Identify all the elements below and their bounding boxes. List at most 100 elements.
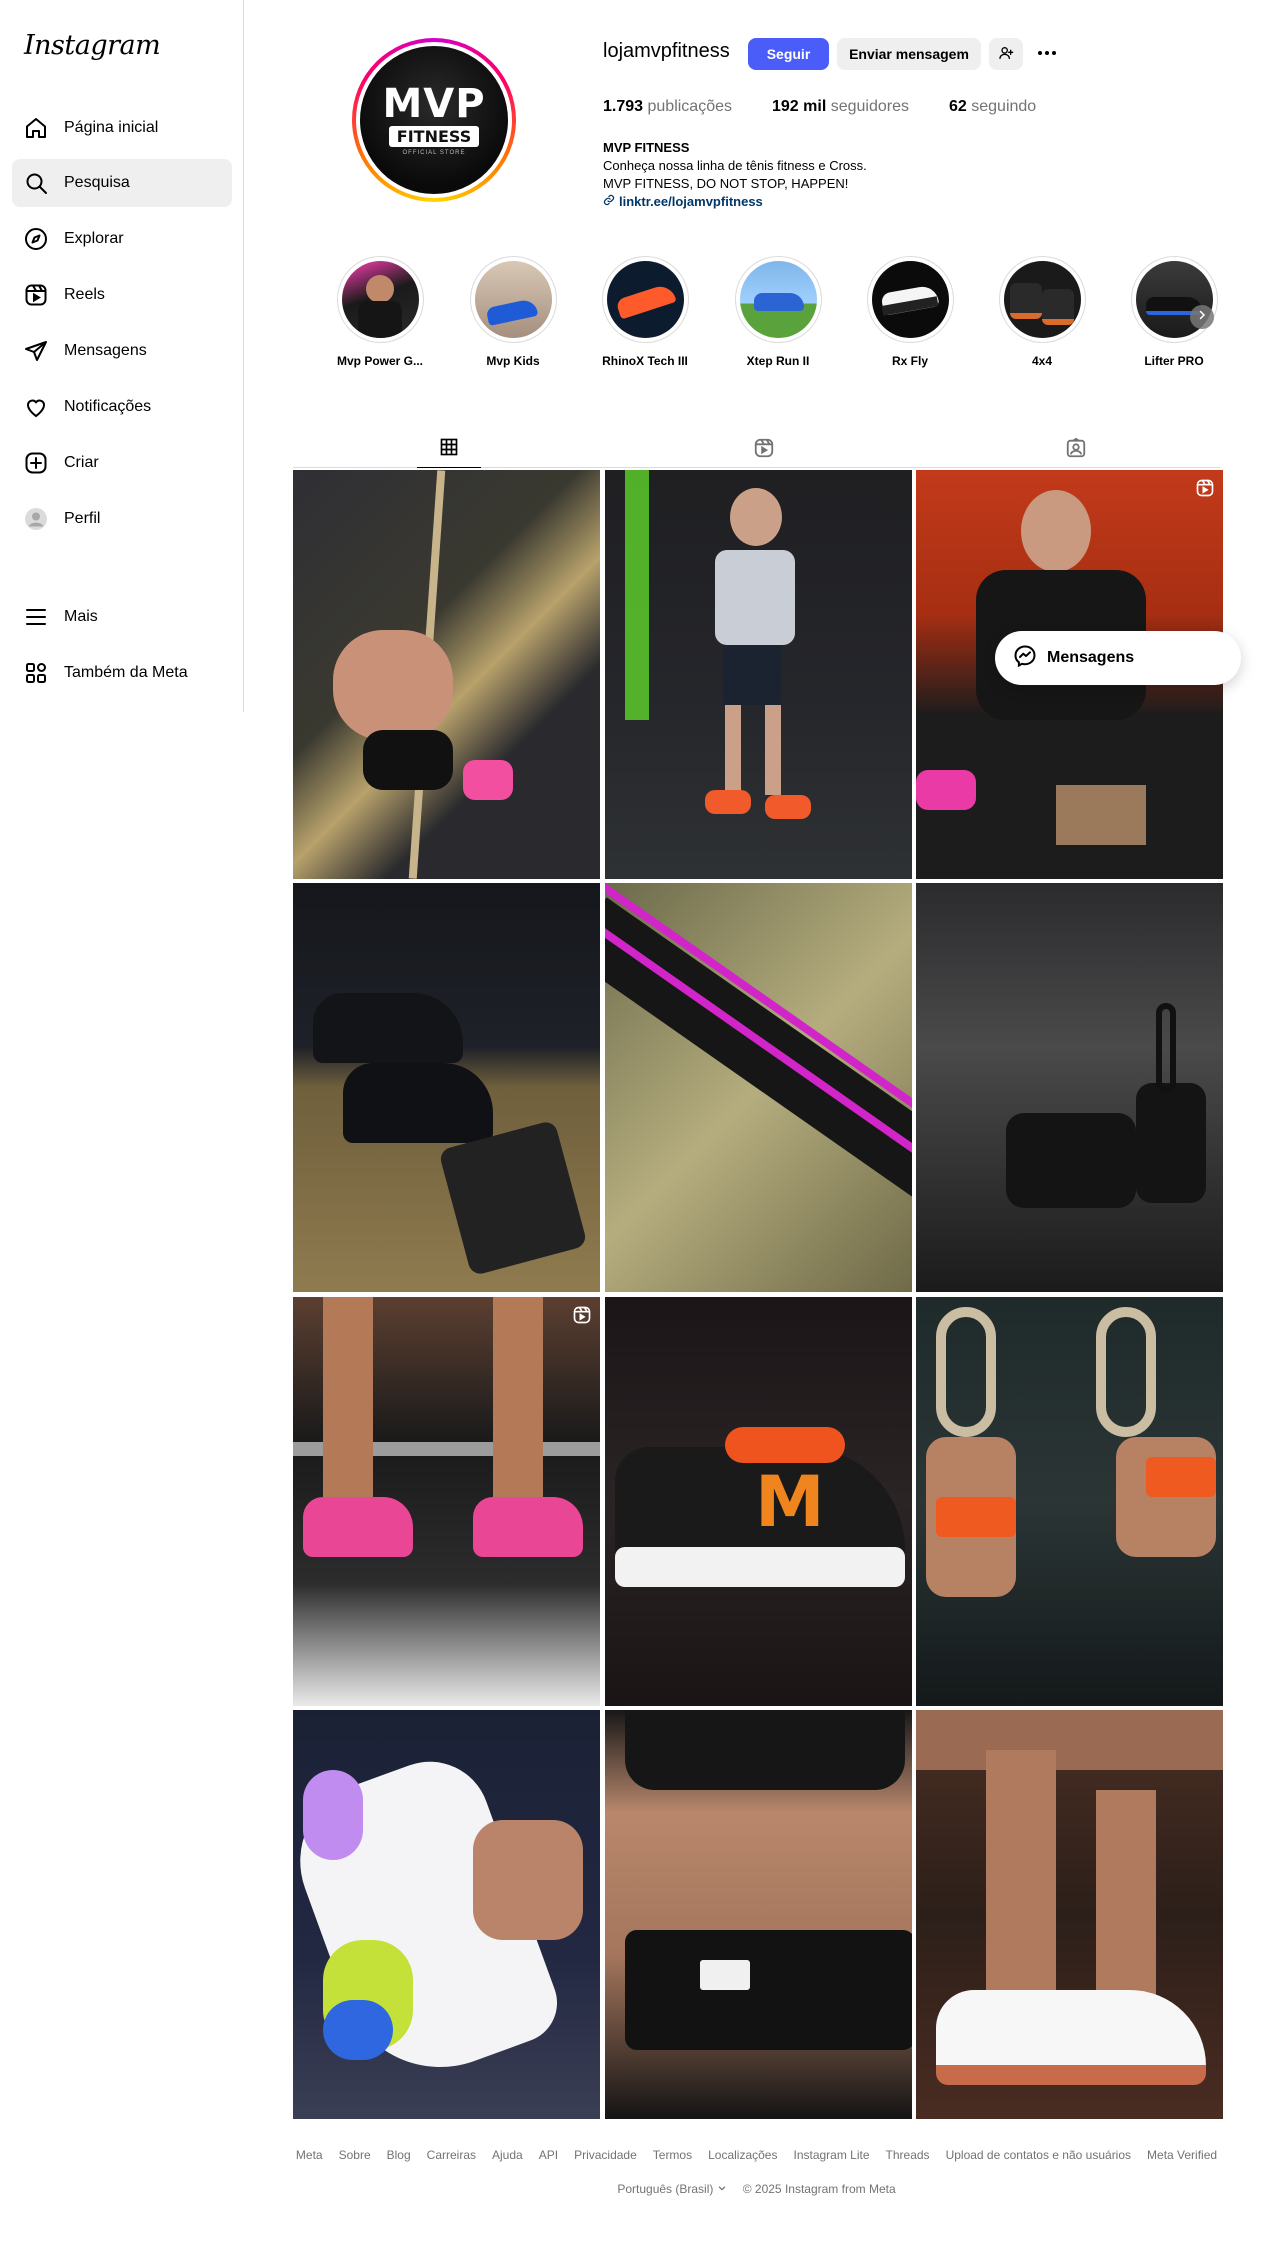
link-icon (603, 193, 615, 211)
footer-link[interactable]: Instagram Lite (793, 2148, 869, 2162)
post-thumbnail[interactable] (293, 1710, 600, 2119)
tagged-icon (1065, 437, 1087, 464)
post-thumbnail[interactable] (293, 883, 600, 1292)
avatar-logo-fitness: FITNESS (388, 126, 480, 147)
sidebar-item-search[interactable]: Pesquisa (12, 159, 232, 207)
profile-avatar[interactable]: MVP FITNESS OFFICIAL STORE (352, 38, 516, 202)
grid-posts-icon (439, 437, 459, 462)
reel-indicator-icon (572, 1305, 592, 1330)
more-horizontal-icon (1035, 41, 1059, 68)
bio-name: MVP FITNESS (603, 140, 690, 155)
post-thumbnail[interactable] (916, 1710, 1223, 2119)
sidebar-item-label: Página inicial (64, 119, 159, 136)
sidebar-item-profile[interactable]: Perfil (12, 495, 232, 543)
sidebar-item-label: Pesquisa (64, 174, 130, 191)
post-thumbnail[interactable]: M (605, 1297, 912, 1706)
sidebar-item-label: Também da Meta (64, 664, 188, 681)
sidebar-item-messages[interactable]: Mensagens (12, 327, 232, 375)
footer-link[interactable]: Carreiras (427, 2148, 476, 2162)
post-thumbnail[interactable] (916, 1297, 1223, 1706)
grid-icon (24, 661, 48, 685)
language-selector[interactable]: Português (Brasil) (617, 2182, 726, 2196)
add-user-icon (998, 45, 1014, 64)
post-thumbnail[interactable] (293, 1297, 600, 1706)
sidebar-item-create[interactable]: Criar (12, 439, 232, 487)
instagram-logo[interactable]: Instagram (24, 30, 161, 70)
highlight-label: Mvp Power G... (336, 354, 423, 368)
post-thumbnail[interactable] (293, 470, 600, 879)
suggest-similar-button[interactable] (989, 38, 1023, 70)
messenger-icon (1013, 644, 1037, 673)
sidebar-item-label: Criar (64, 454, 99, 471)
sidebar-item-label: Explorar (64, 230, 124, 247)
follow-button[interactable]: Seguir (748, 38, 829, 70)
highlight-item[interactable]: Rx Fly (860, 256, 960, 368)
copyright: © 2025 Instagram from Meta (742, 2182, 896, 2196)
avatar-logo-sub: OFFICIAL STORE (402, 150, 466, 156)
sidebar-item-label: Notificações (64, 398, 152, 415)
footer-link[interactable]: Sobre (339, 2148, 371, 2162)
tab-tagged[interactable] (1044, 432, 1108, 468)
highlight-label: Rx Fly (891, 354, 928, 368)
highlights-next-button[interactable] (1190, 305, 1214, 329)
messages-float-button[interactable]: Mensagens (995, 631, 1241, 685)
sidebar-item-label: Mensagens (64, 342, 147, 359)
profile-stats: 1.793 publicações 192 mil seguidores 62 … (603, 98, 1036, 116)
footer-link[interactable]: Meta Verified (1147, 2148, 1217, 2162)
sidebar-item-more[interactable]: Mais (12, 593, 232, 641)
sidebar-item-label: Mais (64, 608, 98, 625)
footer-link[interactable]: Privacidade (574, 2148, 637, 2162)
post-thumbnail[interactable] (605, 883, 912, 1292)
highlight-item[interactable]: 4x4 (992, 256, 1092, 368)
highlight-item[interactable]: Mvp Kids (463, 256, 563, 368)
home-icon (24, 116, 48, 140)
bio-link-text: linktr.ee/lojamvpfitness (619, 194, 763, 209)
footer-link[interactable]: Upload de contatos e não usuários (946, 2148, 1131, 2162)
highlight-item[interactable]: RhinoX Tech III (595, 256, 695, 368)
language-label: Português (Brasil) (617, 2182, 714, 2196)
sidebar-item-notifications[interactable]: Notificações (12, 383, 232, 431)
send-message-button[interactable]: Enviar mensagem (837, 38, 981, 70)
followers-count[interactable]: 192 mil seguidores (772, 98, 909, 116)
sidebar-item-explore[interactable]: Explorar (12, 215, 232, 263)
tab-posts[interactable] (417, 432, 481, 468)
reels-icon (24, 283, 48, 307)
post-thumbnail[interactable] (605, 470, 912, 879)
menu-icon (24, 605, 48, 629)
chevron-right-icon (1196, 308, 1208, 326)
options-button[interactable] (1031, 38, 1063, 70)
footer-link[interactable]: Termos (653, 2148, 692, 2162)
sidebar-item-reels[interactable]: Reels (12, 271, 232, 319)
footer-links: Meta Sobre Blog Carreiras Ajuda API Priv… (293, 2148, 1220, 2162)
highlight-label: RhinoX Tech III (602, 354, 688, 368)
post-thumbnail[interactable] (916, 883, 1223, 1292)
post-thumbnail[interactable] (605, 1710, 912, 2119)
footer-link[interactable]: Threads (886, 2148, 930, 2162)
footer-link[interactable]: Meta (296, 2148, 323, 2162)
highlight-label: Lifter PRO (1144, 354, 1204, 368)
messages-float-label: Mensagens (1047, 649, 1135, 666)
highlight-label: Xtep Run II (746, 354, 810, 368)
tab-reels[interactable] (732, 432, 796, 468)
compass-icon (24, 227, 48, 251)
chevron-down-icon (717, 2182, 727, 2196)
posts-count: 1.793 publicações (603, 98, 732, 115)
footer-link[interactable]: Localizações (708, 2148, 777, 2162)
highlight-label: Mvp Kids (486, 354, 540, 368)
highlight-label: 4x4 (1031, 354, 1053, 368)
highlight-item[interactable]: Xtep Run II (728, 256, 828, 368)
sidebar-item-also-from-meta[interactable]: Também da Meta (12, 649, 232, 697)
reel-indicator-icon (1195, 478, 1215, 503)
avatar-icon (24, 507, 48, 531)
footer-link[interactable]: Ajuda (492, 2148, 523, 2162)
plus-square-icon (24, 451, 48, 475)
send-icon (24, 339, 48, 363)
highlight-item[interactable]: Mvp Power G... (330, 256, 430, 368)
following-count[interactable]: 62 seguindo (949, 98, 1036, 116)
search-icon (24, 171, 48, 195)
footer-link[interactable]: Blog (387, 2148, 411, 2162)
sidebar-item-home[interactable]: Página inicial (12, 104, 232, 152)
bio-link[interactable]: linktr.ee/lojamvpfitness (603, 193, 867, 211)
avatar-logo-mvp: MVP (382, 81, 486, 127)
footer-link[interactable]: API (539, 2148, 558, 2162)
